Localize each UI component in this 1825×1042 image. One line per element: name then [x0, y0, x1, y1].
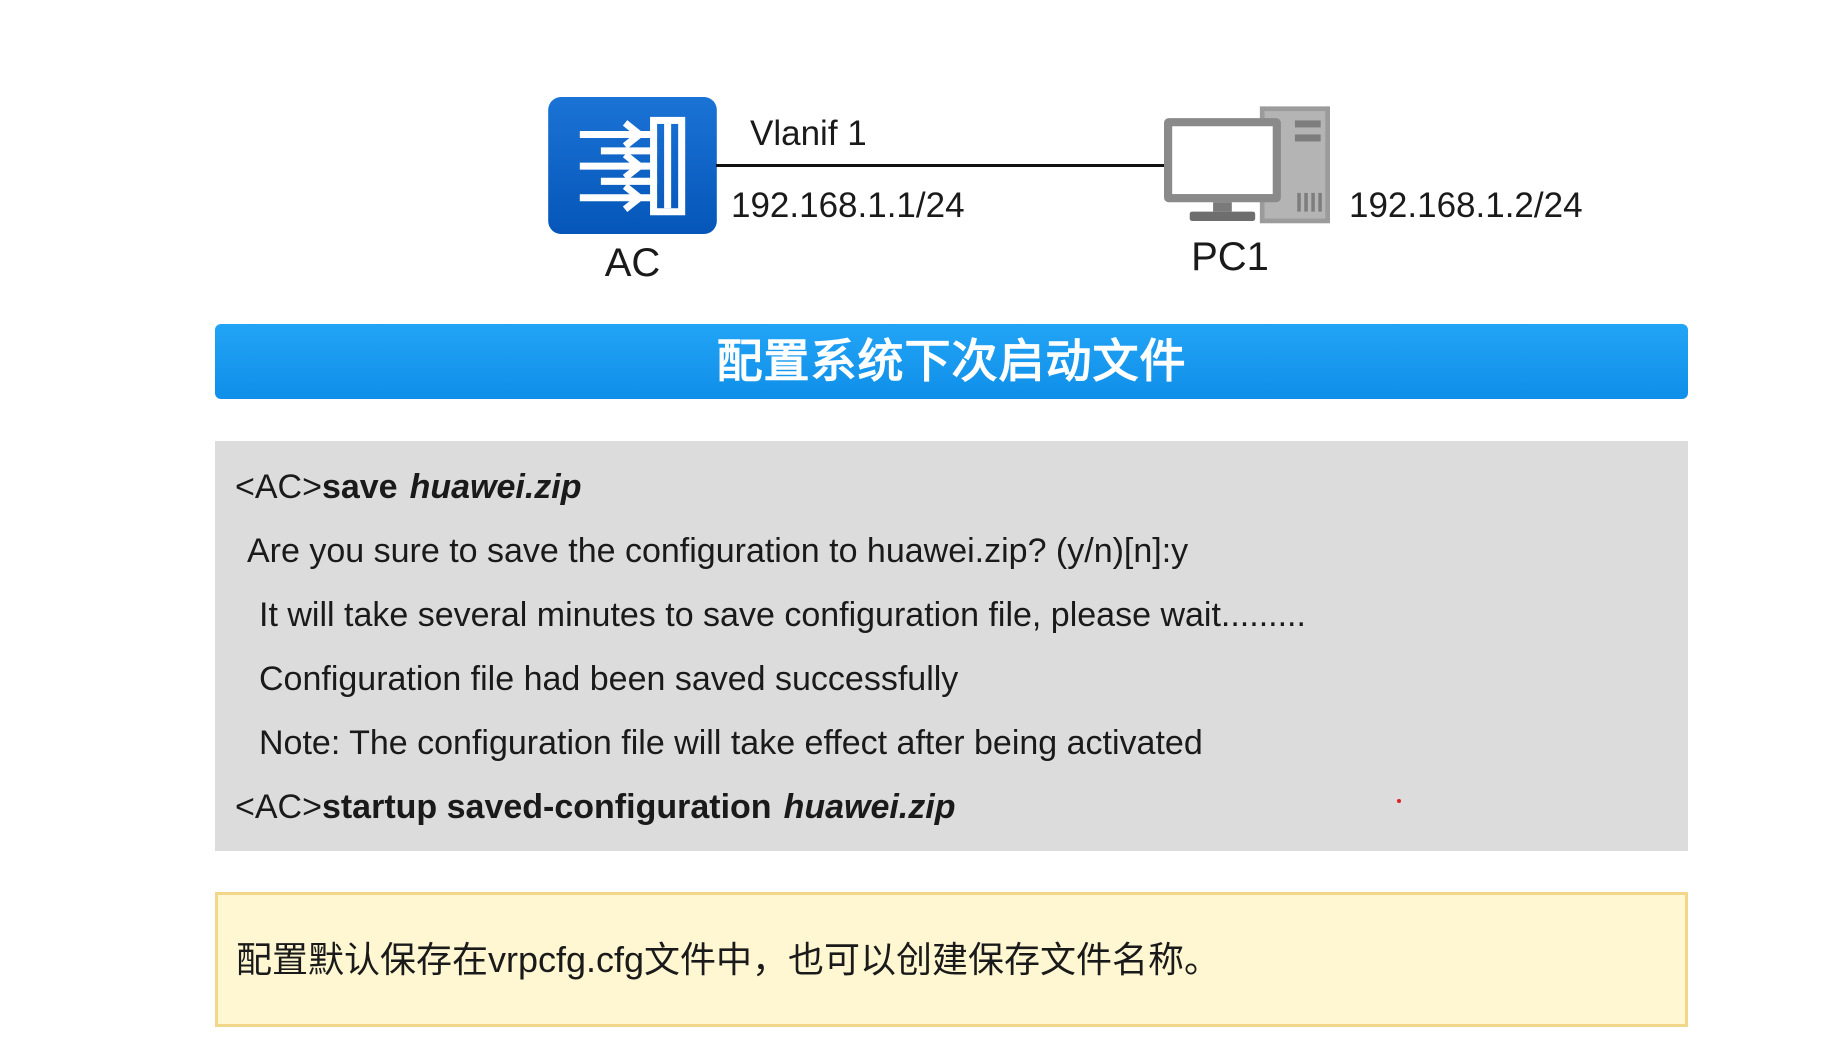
- terminal-argument: huawei.zip: [409, 468, 582, 506]
- note-box: 配置默认保存在vrpcfg.cfg文件中，也可以创建保存文件名称。: [215, 892, 1688, 1027]
- terminal-command: startup saved-configuration: [321, 788, 772, 826]
- terminal-line-output: Configuration file had been saved succes…: [259, 660, 959, 698]
- terminal-command: save: [321, 468, 398, 506]
- terminal-line-output: It will take several minutes to save con…: [259, 596, 1306, 634]
- terminal-argument: huawei.zip: [783, 788, 956, 826]
- vlanif-label: Vlanif 1: [750, 114, 867, 153]
- pc-icon: [1164, 106, 1330, 226]
- terminal-line-output: Note: The configuration file will take e…: [259, 724, 1203, 762]
- pc-label: PC1: [1191, 235, 1269, 279]
- section-banner: 配置系统下次启动文件: [215, 324, 1688, 399]
- terminal-prompt: <AC>: [235, 468, 322, 506]
- terminal-output: <AC>save huawei.zip Are you sure to save …: [215, 441, 1688, 851]
- pointer-dot: [1397, 799, 1401, 803]
- terminal-prompt: <AC>: [235, 788, 322, 826]
- ac-label: AC: [604, 241, 661, 285]
- note-text: 配置默认保存在vrpcfg.cfg文件中，也可以创建保存文件名称。: [236, 939, 1221, 980]
- ac-controller-icon: [548, 97, 717, 234]
- link-line: [716, 164, 1164, 167]
- terminal-line-command: <AC>save huawei.zip: [215, 455, 1688, 519]
- terminal-line-output: Are you sure to save the configuration t…: [247, 532, 1189, 570]
- pc-ip-address: 192.168.1.2/24: [1349, 186, 1583, 225]
- terminal-line-command: <AC>startup saved-configuration huawei.zi…: [215, 775, 1688, 839]
- ac-ip-address: 192.168.1.1/24: [731, 186, 965, 225]
